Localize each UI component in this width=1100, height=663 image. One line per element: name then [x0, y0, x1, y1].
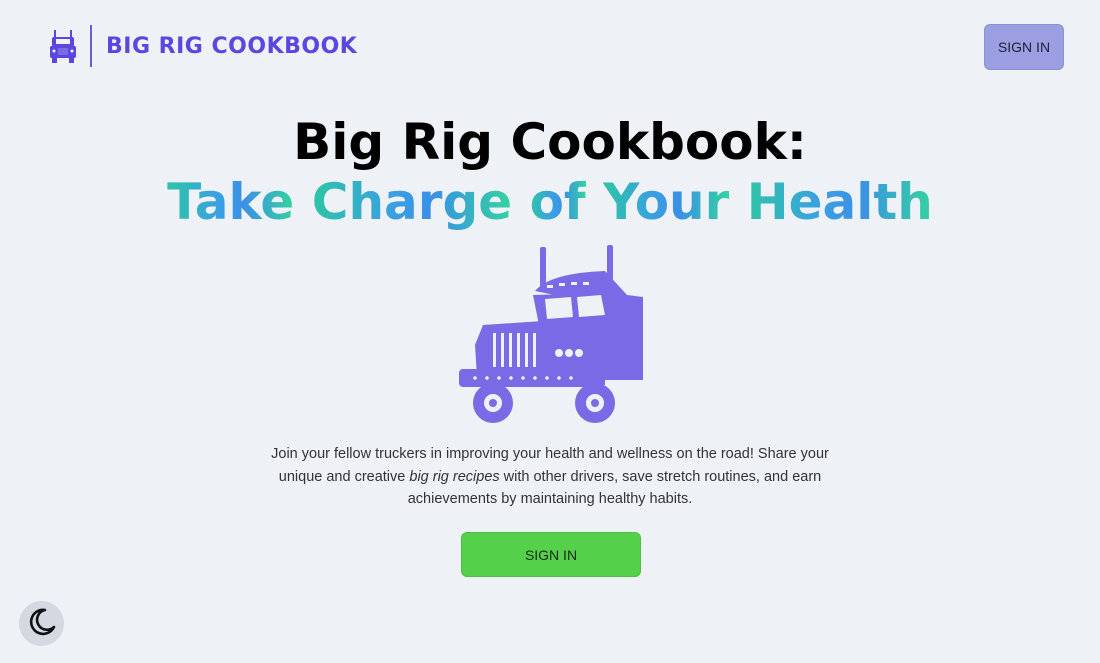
header-signin-button[interactable]: SIGN IN	[984, 24, 1064, 70]
semi-truck-illustration	[455, 245, 650, 425]
hero-title: Big Rig Cookbook:	[293, 113, 807, 171]
subtitle-word: Take	[167, 173, 295, 231]
subtitle-word: Charge	[311, 173, 513, 231]
subtitle-word: Health	[746, 173, 933, 231]
truck-icon	[50, 28, 76, 64]
hero-signin-button[interactable]: SIGN IN	[461, 532, 641, 577]
moon-icon	[27, 607, 57, 641]
subtitle-word: Your	[603, 173, 730, 231]
description-emphasis: big rig recipes	[409, 468, 500, 485]
subtitle-word: of	[529, 173, 586, 231]
theme-toggle-button[interactable]	[19, 601, 64, 646]
hero-subtitle: Take Charge of Your Health	[0, 172, 1100, 232]
hero-description: Join your fellow truckers in improving y…	[250, 443, 850, 511]
brand-logo[interactable]: BIG RIG COOKBOOK	[50, 25, 358, 67]
brand-divider	[90, 25, 92, 67]
landing-page: BIG RIG COOKBOOK SIGN IN Big Rig Cookboo…	[0, 0, 1100, 663]
top-header: BIG RIG COOKBOOK SIGN IN	[0, 0, 1100, 92]
brand-name: BIG RIG COOKBOOK	[106, 33, 358, 59]
